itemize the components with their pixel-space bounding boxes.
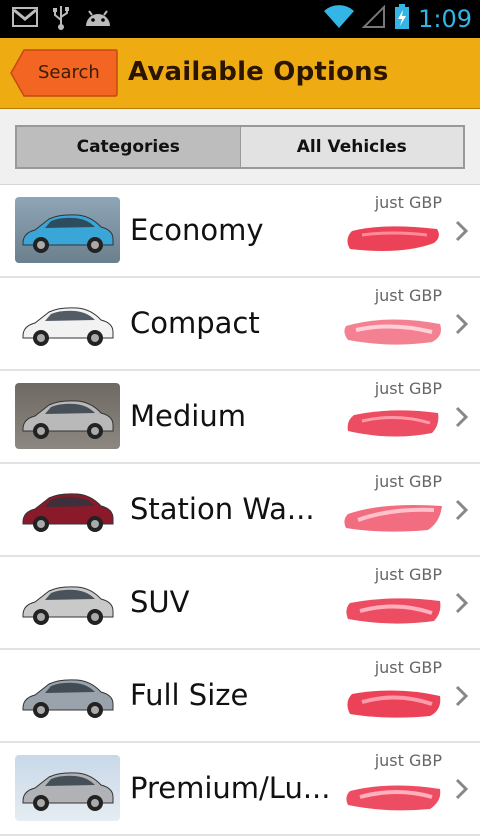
android-debug-icon: [84, 7, 112, 31]
status-bar: 1:09: [0, 0, 480, 38]
redacted-price: [344, 505, 442, 532]
clock: 1:09: [418, 5, 472, 33]
vehicle-category-label: Compact: [130, 306, 260, 340]
list-item-compact[interactable]: Compact just GBP: [0, 278, 480, 371]
battery-charging-icon: [394, 4, 410, 34]
redacted-price: [347, 410, 439, 437]
vehicle-category-label: Station Wa...: [130, 492, 315, 526]
car-image: [22, 307, 114, 346]
gmail-icon: [12, 7, 38, 31]
chevron-right-icon: [455, 592, 469, 614]
redacted-price: [347, 226, 439, 251]
price-caption: just GBP: [374, 193, 442, 212]
car-thumbnail: [15, 662, 120, 728]
vehicle-category-list: Economy just GBP Compact just GBP Medium…: [0, 185, 480, 836]
chevron-right-icon: [455, 406, 469, 428]
price-caption: just GBP: [374, 565, 442, 584]
back-button-label: Search: [38, 62, 100, 83]
tab-bar: Categories All Vehicles: [0, 109, 480, 185]
redacted-price: [347, 690, 441, 718]
price-caption: just GBP: [374, 286, 442, 305]
list-item-economy[interactable]: Economy just GBP: [0, 185, 480, 278]
price-caption: just GBP: [374, 751, 442, 770]
list-item-suv[interactable]: SUV just GBP: [0, 557, 480, 650]
segmented-control: Categories All Vehicles: [15, 125, 465, 169]
car-thumbnail: [15, 197, 120, 263]
car-image: [22, 214, 114, 253]
action-bar: Search Available Options: [0, 38, 480, 109]
tab-all-vehicles[interactable]: All Vehicles: [240, 127, 463, 167]
car-thumbnail: [15, 569, 120, 635]
list-item-medium[interactable]: Medium just GBP: [0, 371, 480, 464]
chevron-right-icon: [455, 685, 469, 707]
price-caption: just GBP: [374, 379, 442, 398]
price-caption: just GBP: [374, 658, 442, 677]
chevron-right-icon: [455, 778, 469, 800]
list-item-premium-luxury[interactable]: Premium/Lu... just GBP: [0, 743, 480, 836]
tab-categories[interactable]: Categories: [17, 127, 241, 167]
price-caption: just GBP: [374, 472, 442, 491]
system-icons: 1:09: [324, 0, 472, 38]
car-image: [22, 772, 114, 811]
chevron-right-icon: [455, 313, 469, 335]
page-title: Available Options: [128, 57, 389, 87]
car-image: [22, 586, 114, 625]
redacted-price: [346, 785, 441, 811]
car-image: [22, 679, 114, 718]
car-thumbnail: [15, 290, 120, 356]
chevron-right-icon: [455, 220, 469, 242]
vehicle-category-label: SUV: [130, 585, 190, 619]
list-item-station-wagon[interactable]: Station Wa... just GBP: [0, 464, 480, 557]
wifi-icon: [324, 5, 355, 33]
vehicle-category-label: Economy: [130, 213, 264, 247]
vehicle-category-label: Medium: [130, 399, 246, 433]
back-search-button[interactable]: Search: [10, 49, 118, 97]
car-image: [22, 400, 114, 439]
vehicle-category-label: Premium/Lu...: [130, 771, 331, 805]
usb-icon: [52, 4, 70, 34]
redacted-price: [344, 319, 441, 345]
chevron-right-icon: [455, 499, 469, 521]
vehicle-category-label: Full Size: [130, 678, 249, 712]
car-image: [22, 493, 114, 532]
list-item-full-size[interactable]: Full Size just GBP: [0, 650, 480, 743]
car-thumbnail: [15, 755, 120, 821]
car-thumbnail: [15, 476, 120, 542]
signal-icon: [361, 4, 386, 33]
redacted-price: [346, 598, 441, 624]
car-thumbnail: [15, 383, 120, 449]
notification-icons: [12, 5, 112, 33]
